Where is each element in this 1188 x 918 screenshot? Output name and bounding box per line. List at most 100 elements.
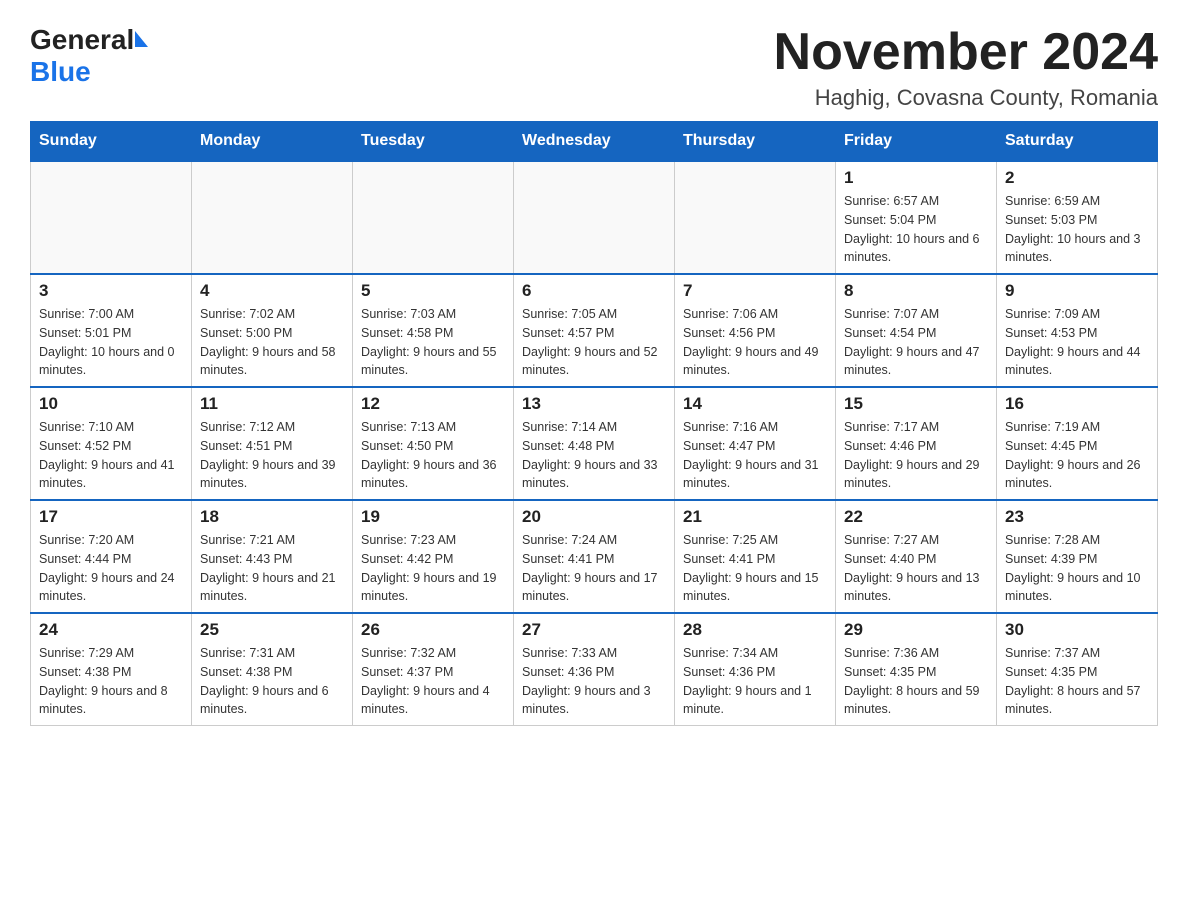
calendar-week-2: 3 Sunrise: 7:00 AMSunset: 5:01 PMDaylight… — [31, 274, 1158, 387]
day-number: 4 — [200, 281, 344, 301]
day-number: 11 — [200, 394, 344, 414]
day-number: 24 — [39, 620, 183, 640]
day-info: Sunrise: 7:23 AMSunset: 4:42 PMDaylight:… — [361, 531, 505, 606]
day-info: Sunrise: 7:12 AMSunset: 4:51 PMDaylight:… — [200, 418, 344, 493]
calendar-cell: 26 Sunrise: 7:32 AMSunset: 4:37 PMDayligh… — [353, 613, 514, 726]
calendar-cell: 1 Sunrise: 6:57 AMSunset: 5:04 PMDaylight… — [836, 161, 997, 274]
day-number: 20 — [522, 507, 666, 527]
calendar-cell — [192, 161, 353, 274]
day-info: Sunrise: 7:25 AMSunset: 4:41 PMDaylight:… — [683, 531, 827, 606]
calendar-cell: 12 Sunrise: 7:13 AMSunset: 4:50 PMDayligh… — [353, 387, 514, 500]
day-info: Sunrise: 7:27 AMSunset: 4:40 PMDaylight:… — [844, 531, 988, 606]
day-info: Sunrise: 7:20 AMSunset: 4:44 PMDaylight:… — [39, 531, 183, 606]
calendar-header-sunday: Sunday — [31, 122, 192, 162]
day-info: Sunrise: 7:31 AMSunset: 4:38 PMDaylight:… — [200, 644, 344, 719]
day-info: Sunrise: 7:32 AMSunset: 4:37 PMDaylight:… — [361, 644, 505, 719]
logo-area: General Blue — [30, 24, 148, 88]
calendar-week-4: 17 Sunrise: 7:20 AMSunset: 4:44 PMDayligh… — [31, 500, 1158, 613]
calendar-cell: 5 Sunrise: 7:03 AMSunset: 4:58 PMDaylight… — [353, 274, 514, 387]
calendar-cell — [675, 161, 836, 274]
day-info: Sunrise: 7:17 AMSunset: 4:46 PMDaylight:… — [844, 418, 988, 493]
day-number: 5 — [361, 281, 505, 301]
day-number: 15 — [844, 394, 988, 414]
day-info: Sunrise: 7:09 AMSunset: 4:53 PMDaylight:… — [1005, 305, 1149, 380]
calendar-week-5: 24 Sunrise: 7:29 AMSunset: 4:38 PMDayligh… — [31, 613, 1158, 726]
calendar-cell: 11 Sunrise: 7:12 AMSunset: 4:51 PMDayligh… — [192, 387, 353, 500]
calendar-cell: 23 Sunrise: 7:28 AMSunset: 4:39 PMDayligh… — [997, 500, 1158, 613]
calendar-cell — [514, 161, 675, 274]
day-number: 29 — [844, 620, 988, 640]
day-number: 14 — [683, 394, 827, 414]
calendar-header-friday: Friday — [836, 122, 997, 162]
day-info: Sunrise: 7:00 AMSunset: 5:01 PMDaylight:… — [39, 305, 183, 380]
day-info: Sunrise: 7:07 AMSunset: 4:54 PMDaylight:… — [844, 305, 988, 380]
day-info: Sunrise: 6:59 AMSunset: 5:03 PMDaylight:… — [1005, 192, 1149, 267]
day-number: 23 — [1005, 507, 1149, 527]
day-info: Sunrise: 7:28 AMSunset: 4:39 PMDaylight:… — [1005, 531, 1149, 606]
calendar-cell: 20 Sunrise: 7:24 AMSunset: 4:41 PMDayligh… — [514, 500, 675, 613]
page-title: November 2024 — [774, 24, 1158, 81]
logo-general-text: General — [30, 24, 134, 56]
day-info: Sunrise: 7:03 AMSunset: 4:58 PMDaylight:… — [361, 305, 505, 380]
day-info: Sunrise: 7:29 AMSunset: 4:38 PMDaylight:… — [39, 644, 183, 719]
calendar-cell: 10Sunrise: 7:10 AMSunset: 4:52 PMDayligh… — [31, 387, 192, 500]
day-number: 30 — [1005, 620, 1149, 640]
day-number: 26 — [361, 620, 505, 640]
calendar-cell: 16Sunrise: 7:19 AMSunset: 4:45 PMDayligh… — [997, 387, 1158, 500]
day-number: 9 — [1005, 281, 1149, 301]
calendar-cell: 17 Sunrise: 7:20 AMSunset: 4:44 PMDayligh… — [31, 500, 192, 613]
calendar-cell: 21 Sunrise: 7:25 AMSunset: 4:41 PMDayligh… — [675, 500, 836, 613]
day-number: 16 — [1005, 394, 1149, 414]
day-info: Sunrise: 7:24 AMSunset: 4:41 PMDaylight:… — [522, 531, 666, 606]
day-number: 19 — [361, 507, 505, 527]
day-number: 25 — [200, 620, 344, 640]
calendar-cell: 7Sunrise: 7:06 AMSunset: 4:56 PMDaylight… — [675, 274, 836, 387]
day-number: 28 — [683, 620, 827, 640]
calendar-cell: 9 Sunrise: 7:09 AMSunset: 4:53 PMDaylight… — [997, 274, 1158, 387]
day-number: 1 — [844, 168, 988, 188]
day-number: 27 — [522, 620, 666, 640]
day-info: Sunrise: 7:14 AMSunset: 4:48 PMDaylight:… — [522, 418, 666, 493]
logo-blue-line: Blue — [30, 56, 91, 88]
day-number: 13 — [522, 394, 666, 414]
calendar-cell: 6 Sunrise: 7:05 AMSunset: 4:57 PMDaylight… — [514, 274, 675, 387]
calendar-cell: 19 Sunrise: 7:23 AMSunset: 4:42 PMDayligh… — [353, 500, 514, 613]
day-number: 17 — [39, 507, 183, 527]
day-number: 3 — [39, 281, 183, 301]
calendar-header-tuesday: Tuesday — [353, 122, 514, 162]
logo-arrow-icon — [135, 31, 148, 47]
day-info: Sunrise: 7:16 AMSunset: 4:47 PMDaylight:… — [683, 418, 827, 493]
calendar-cell: 4 Sunrise: 7:02 AMSunset: 5:00 PMDaylight… — [192, 274, 353, 387]
day-info: Sunrise: 7:21 AMSunset: 4:43 PMDaylight:… — [200, 531, 344, 606]
header: General Blue November 2024 Haghig, Covas… — [30, 24, 1158, 111]
calendar-cell: 18Sunrise: 7:21 AMSunset: 4:43 PMDayligh… — [192, 500, 353, 613]
day-info: Sunrise: 7:36 AMSunset: 4:35 PMDaylight:… — [844, 644, 988, 719]
calendar-cell: 28 Sunrise: 7:34 AMSunset: 4:36 PMDayligh… — [675, 613, 836, 726]
calendar-week-1: 1 Sunrise: 6:57 AMSunset: 5:04 PMDaylight… — [31, 161, 1158, 274]
day-info: Sunrise: 7:10 AMSunset: 4:52 PMDaylight:… — [39, 418, 183, 493]
day-info: Sunrise: 7:13 AMSunset: 4:50 PMDaylight:… — [361, 418, 505, 493]
calendar-header-saturday: Saturday — [997, 122, 1158, 162]
day-info: Sunrise: 7:37 AMSunset: 4:35 PMDaylight:… — [1005, 644, 1149, 719]
logo-blue-text: Blue — [30, 56, 91, 87]
calendar-cell: 27Sunrise: 7:33 AMSunset: 4:36 PMDayligh… — [514, 613, 675, 726]
title-area: November 2024 Haghig, Covasna County, Ro… — [774, 24, 1158, 111]
calendar-cell: 24 Sunrise: 7:29 AMSunset: 4:38 PMDayligh… — [31, 613, 192, 726]
day-info: Sunrise: 7:02 AMSunset: 5:00 PMDaylight:… — [200, 305, 344, 380]
calendar-header-monday: Monday — [192, 122, 353, 162]
day-number: 21 — [683, 507, 827, 527]
calendar-week-3: 10Sunrise: 7:10 AMSunset: 4:52 PMDayligh… — [31, 387, 1158, 500]
logo-general-line: General — [30, 24, 148, 56]
calendar-cell: 15 Sunrise: 7:17 AMSunset: 4:46 PMDayligh… — [836, 387, 997, 500]
day-number: 2 — [1005, 168, 1149, 188]
calendar-cell: 14 Sunrise: 7:16 AMSunset: 4:47 PMDayligh… — [675, 387, 836, 500]
day-number: 22 — [844, 507, 988, 527]
day-number: 12 — [361, 394, 505, 414]
day-number: 7 — [683, 281, 827, 301]
day-info: Sunrise: 7:05 AMSunset: 4:57 PMDaylight:… — [522, 305, 666, 380]
day-info: Sunrise: 6:57 AMSunset: 5:04 PMDaylight:… — [844, 192, 988, 267]
calendar-cell: 13 Sunrise: 7:14 AMSunset: 4:48 PMDayligh… — [514, 387, 675, 500]
day-number: 6 — [522, 281, 666, 301]
day-info: Sunrise: 7:34 AMSunset: 4:36 PMDaylight:… — [683, 644, 827, 719]
calendar-header-thursday: Thursday — [675, 122, 836, 162]
